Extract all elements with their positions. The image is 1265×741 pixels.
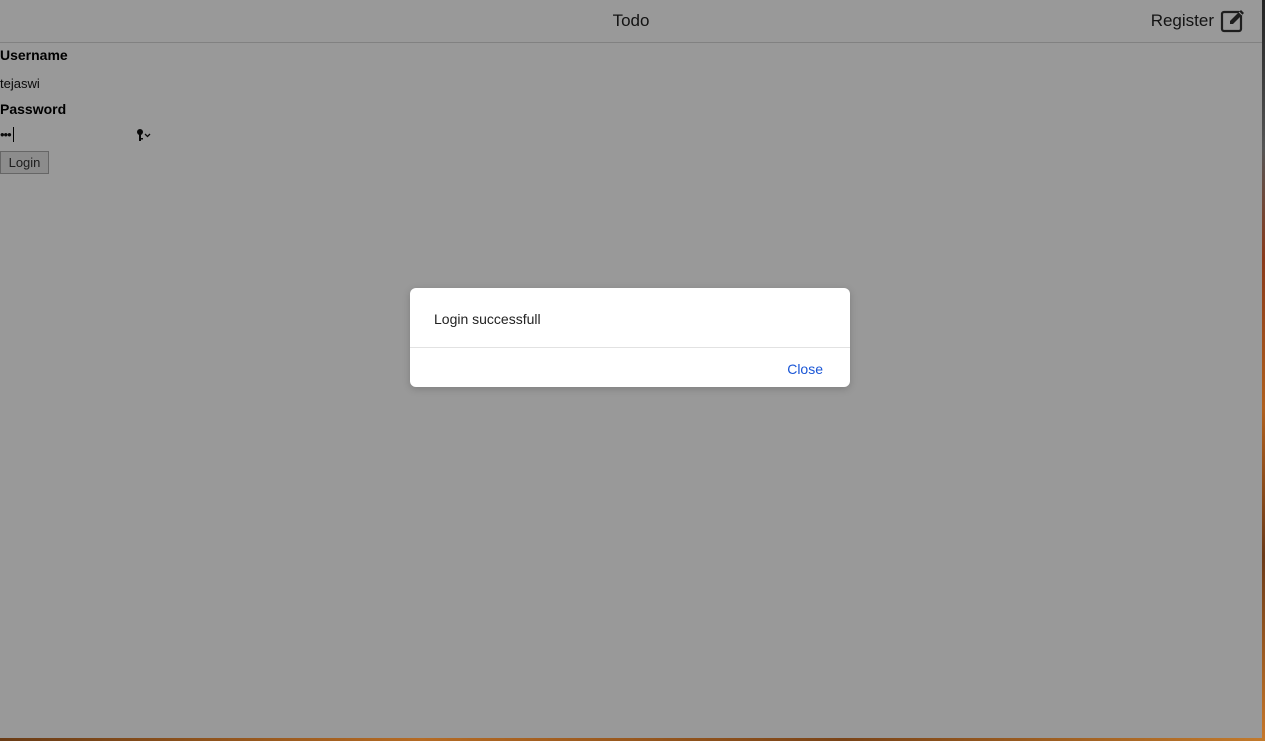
dialog-divider [410,347,850,348]
alert-dialog: Login successfull Close [410,288,850,387]
close-button[interactable]: Close [787,361,823,377]
dialog-message: Login successfull [434,311,541,327]
app-window: Todo Register Username Password ••• Logi… [0,0,1262,738]
